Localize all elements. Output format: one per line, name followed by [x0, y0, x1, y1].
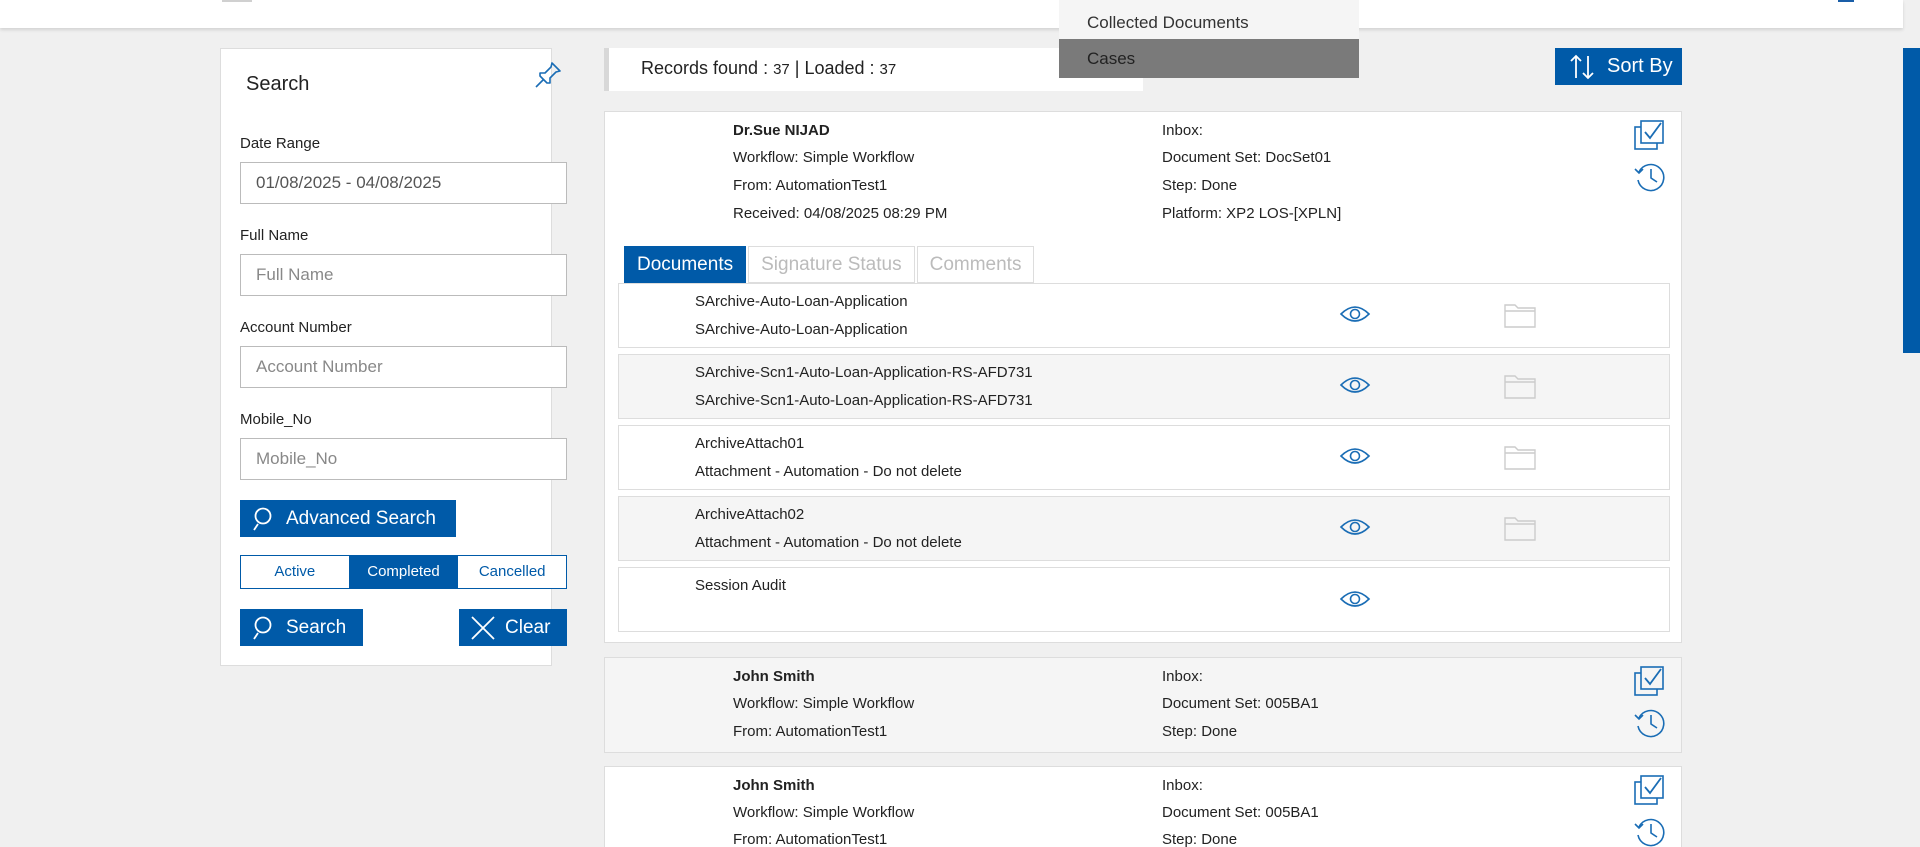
sort-icon [1570, 54, 1594, 79]
status-tab-cancelled[interactable]: Cancelled [458, 556, 567, 588]
mobile-no-input[interactable] [240, 438, 567, 480]
document-title: SArchive-Scn1-Auto-Loan-Application-RS-A… [695, 364, 1033, 381]
tab-documents[interactable]: Documents [624, 246, 747, 283]
view-dropdown-menu: Collected Documents Cases [1059, 0, 1359, 78]
select-checkbox-icon[interactable] [1633, 774, 1667, 808]
case-detail-tabs: Documents Signature Status Comments [624, 246, 1036, 283]
document-subtitle: Attachment - Automation - Do not delete [695, 463, 962, 480]
case-workflow: Workflow: Simple Workflow [733, 695, 915, 712]
eye-icon[interactable] [1339, 374, 1371, 396]
case-card: John Smith Workflow: Simple Workflow Fro… [604, 657, 1682, 753]
folder-icon[interactable] [1503, 301, 1537, 329]
document-title: ArchiveAttach02 [695, 506, 805, 523]
status-tab-active[interactable]: Active [241, 556, 350, 588]
top-bar [0, 0, 1903, 28]
select-checkbox-icon[interactable] [1633, 119, 1667, 153]
case-document-set: Document Set: 005BA1 [1162, 804, 1319, 821]
date-range-input[interactable] [240, 162, 567, 204]
advanced-search-label: Advanced Search [286, 507, 436, 529]
case-card: John Smith Workflow: Simple Workflow Fro… [604, 766, 1682, 847]
pin-icon[interactable] [532, 59, 564, 91]
search-button[interactable]: Search [240, 609, 363, 646]
document-subtitle: SArchive-Scn1-Auto-Loan-Application-RS-A… [695, 392, 1033, 409]
mobile-no-label: Mobile_No [240, 411, 312, 428]
case-inbox: Inbox: [1162, 668, 1203, 685]
case-document-set: Document Set: DocSet01 [1162, 149, 1332, 166]
search-button-label: Search [286, 616, 347, 638]
tab-signature-status[interactable]: Signature Status [748, 246, 915, 283]
case-inbox: Inbox: [1162, 122, 1203, 139]
document-subtitle: Attachment - Automation - Do not delete [695, 534, 962, 551]
eye-icon[interactable] [1339, 588, 1371, 610]
document-title: SArchive-Auto-Loan-Application [695, 293, 908, 310]
case-card: Dr.Sue NIJAD Workflow: Simple Workflow F… [604, 111, 1682, 643]
search-icon [253, 616, 272, 639]
clear-button[interactable]: Clear [459, 609, 567, 646]
eye-icon[interactable] [1339, 445, 1371, 467]
case-step: Step: Done [1162, 723, 1238, 740]
account-number-label: Account Number [240, 319, 352, 336]
case-recipient-name: John Smith [733, 668, 815, 685]
case-step: Step: Done [1162, 831, 1238, 847]
document-title: ArchiveAttach01 [695, 435, 805, 452]
menu-item-collected-documents[interactable]: Collected Documents [1059, 0, 1359, 39]
close-icon [471, 615, 495, 640]
history-clock-icon[interactable] [1633, 160, 1667, 194]
document-row: SArchive-Auto-Loan-Application SArchive-… [618, 283, 1670, 348]
records-found-label: Records found : [641, 58, 774, 78]
case-step: Step: Done [1162, 177, 1238, 194]
case-workflow: Workflow: Simple Workflow [733, 149, 915, 166]
menu-item-cases[interactable]: Cases [1059, 39, 1359, 78]
document-row: SArchive-Scn1-Auto-Loan-Application-RS-A… [618, 354, 1670, 419]
sort-by-label: Sort By [1607, 55, 1673, 77]
records-loaded-count: 37 [879, 61, 897, 78]
case-from: From: AutomationTest1 [733, 723, 888, 740]
status-tab-completed[interactable]: Completed [349, 556, 459, 588]
clear-button-label: Clear [505, 616, 551, 638]
records-loaded-label: | Loaded : [789, 58, 880, 78]
full-name-label: Full Name [240, 227, 309, 244]
sort-by-button[interactable]: Sort By [1555, 48, 1682, 85]
search-panel-title: Search [246, 73, 310, 95]
document-row: ArchiveAttach02 Attachment - Automation … [618, 496, 1670, 561]
date-range-label: Date Range [240, 135, 321, 152]
top-bar-element [222, 0, 252, 2]
search-panel: Search Date Range Full Name Account Numb… [220, 48, 567, 666]
document-title: Session Audit [695, 577, 786, 594]
top-bar-link-fragment[interactable] [1838, 0, 1854, 2]
case-inbox: Inbox: [1162, 777, 1203, 794]
case-platform: Platform: XP2 LOS-[XPLN] [1162, 205, 1342, 222]
case-recipient-name: John Smith [733, 777, 815, 794]
history-clock-icon[interactable] [1633, 815, 1667, 847]
eye-icon[interactable] [1339, 516, 1371, 538]
eye-icon[interactable] [1339, 303, 1371, 325]
case-recipient-name: Dr.Sue NIJAD [733, 122, 830, 139]
tab-comments[interactable]: Comments [916, 246, 1035, 283]
folder-icon[interactable] [1503, 514, 1537, 542]
case-document-set: Document Set: 005BA1 [1162, 695, 1319, 712]
document-subtitle: SArchive-Auto-Loan-Application [695, 321, 908, 338]
folder-icon[interactable] [1503, 443, 1537, 471]
scrollbar-thumb[interactable] [1903, 48, 1920, 353]
account-number-input[interactable] [240, 346, 567, 388]
status-filter-tabs: Active Completed Cancelled [240, 555, 567, 589]
document-row: Session Audit [618, 567, 1670, 632]
folder-icon[interactable] [1503, 372, 1537, 400]
document-row: ArchiveAttach01 Attachment - Automation … [618, 425, 1670, 490]
records-found-count: 37 [773, 61, 790, 78]
history-clock-icon[interactable] [1633, 706, 1667, 740]
case-workflow: Workflow: Simple Workflow [733, 804, 915, 821]
case-received: Received: 04/08/2025 08:29 PM [733, 205, 948, 222]
search-icon [253, 507, 272, 530]
select-checkbox-icon[interactable] [1633, 665, 1667, 699]
advanced-search-button[interactable]: Advanced Search [240, 500, 456, 537]
full-name-input[interactable] [240, 254, 567, 296]
case-from: From: AutomationTest1 [733, 177, 888, 194]
case-from: From: AutomationTest1 [733, 831, 888, 847]
